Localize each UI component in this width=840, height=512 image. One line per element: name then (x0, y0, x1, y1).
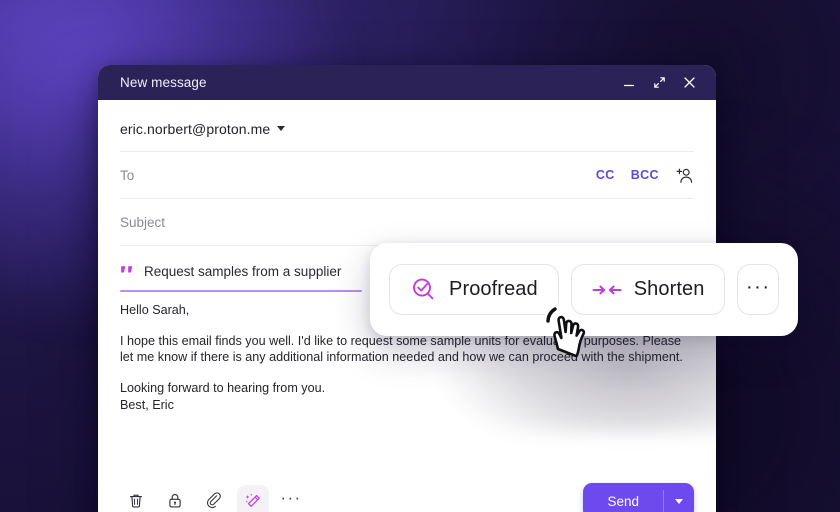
close-icon (683, 77, 695, 88)
body-paragraph: I hope this email finds you well. I'd li… (120, 333, 683, 365)
send-group: Send (583, 483, 694, 512)
to-input[interactable]: To (120, 168, 596, 183)
magnifier-check-icon (410, 276, 437, 303)
window-controls (615, 70, 703, 96)
quote-icon (120, 265, 135, 278)
add-contact-button[interactable] (675, 166, 694, 185)
compose-titlebar: New message (98, 65, 716, 100)
add-person-icon (676, 168, 693, 183)
from-address: eric.norbert@proton.me (120, 120, 271, 137)
lock-icon (169, 493, 181, 508)
cc-bcc-group: CC BCC (596, 166, 694, 185)
delete-draft-button[interactable] (120, 485, 152, 512)
minimize-icon (623, 84, 635, 86)
to-row[interactable]: To CC BCC (120, 152, 694, 199)
subject-input[interactable]: Subject (120, 215, 165, 230)
from-row[interactable]: eric.norbert@proton.me (120, 106, 694, 152)
encryption-button[interactable] (159, 485, 191, 512)
magic-wand-icon (245, 493, 260, 507)
shorten-button[interactable]: Shorten (570, 264, 726, 315)
ai-actions-popup: Proofread Shorten ··· (370, 243, 798, 336)
compose-toolbar: ··· Send (98, 467, 716, 512)
cc-button[interactable]: CC (596, 168, 615, 182)
send-options-button[interactable] (664, 483, 694, 512)
minimize-button[interactable] (615, 70, 643, 96)
attachment-button[interactable] (198, 485, 230, 512)
subject-row[interactable]: Subject (120, 199, 694, 246)
chevron-down-icon (277, 126, 286, 131)
proofread-button[interactable]: Proofread (389, 264, 559, 315)
expand-icon (653, 77, 665, 88)
body-closing: Looking forward to hearing from you. Bes… (120, 380, 694, 413)
compose-title: New message (120, 75, 207, 90)
screen: New message eric.norbert@proton.me To CC… (0, 0, 840, 512)
ai-more-button[interactable]: ··· (737, 264, 779, 315)
arrows-inward-icon (592, 281, 622, 299)
body-closing-line: Looking forward to hearing from you. (120, 381, 326, 396)
quote-marks-icon (121, 265, 133, 272)
proofread-label: Proofread (449, 278, 538, 300)
toolbar-tools: ··· (120, 485, 306, 512)
ai-assistant-button[interactable] (237, 485, 269, 512)
shorten-glyph (592, 285, 622, 294)
proofread-glyph (413, 278, 434, 300)
paperclip-icon (206, 492, 221, 509)
trash-icon (130, 494, 142, 508)
ai-more-label: ··· (746, 275, 771, 298)
bcc-button[interactable]: BCC (631, 168, 659, 182)
ai-prompt-underline (120, 290, 362, 292)
close-button[interactable] (675, 70, 703, 96)
shorten-label: Shorten (633, 278, 705, 300)
more-options-button[interactable]: ··· (276, 486, 306, 512)
send-button[interactable]: Send (583, 483, 663, 512)
expand-button[interactable] (645, 70, 673, 96)
chevron-down-icon (675, 498, 683, 504)
body-signature: Best, Eric (120, 397, 174, 412)
ai-prompt-text: Request samples from a supplier (144, 263, 342, 279)
